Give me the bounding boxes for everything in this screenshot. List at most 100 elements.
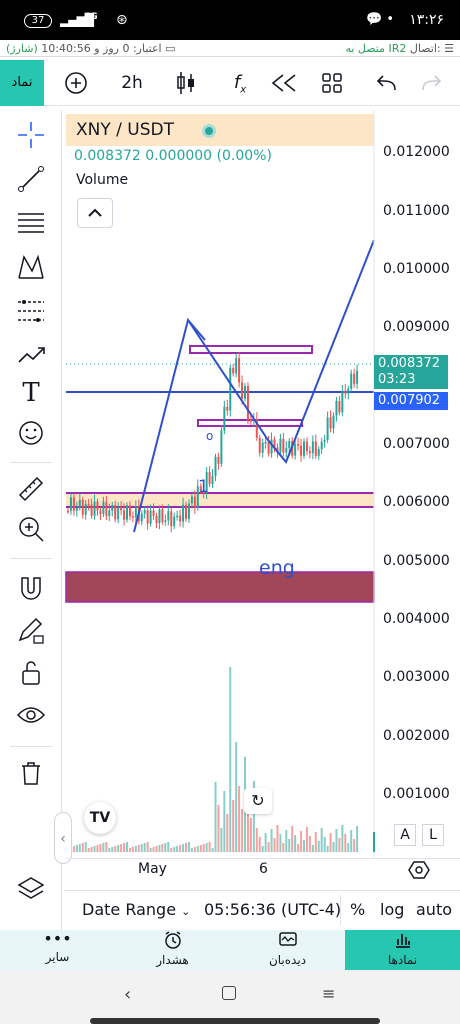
- pattern-tool[interactable]: [14, 252, 48, 286]
- expand-toolbar-handle[interactable]: ‹: [54, 812, 72, 864]
- grid-icon: [322, 73, 342, 93]
- gesture-bar: [90, 1018, 380, 1024]
- zoom-tool[interactable]: [14, 514, 48, 548]
- volume-indicator-label[interactable]: Volume: [76, 172, 128, 188]
- lock-all-tool[interactable]: [14, 658, 48, 692]
- volume-bar: [173, 847, 176, 852]
- volume-bar: [187, 842, 190, 852]
- volume-bar: [81, 843, 84, 852]
- back-icon[interactable]: ‹: [124, 984, 131, 1005]
- annotation-eng[interactable]: eng: [259, 557, 295, 579]
- candle-body: [140, 513, 143, 522]
- percent-scale-button[interactable]: %: [350, 900, 365, 919]
- interval-button[interactable]: 2h: [112, 60, 152, 106]
- symbol-button[interactable]: نماد: [0, 60, 44, 106]
- undo-button[interactable]: [370, 60, 402, 106]
- magnet-tool[interactable]: [14, 574, 48, 608]
- candle-body: [288, 441, 291, 449]
- candle-body: [128, 505, 131, 517]
- symbol-name[interactable]: XNY / USDT: [76, 120, 174, 140]
- pencil-lock-icon: [18, 617, 44, 644]
- settings-button[interactable]: [408, 859, 430, 885]
- reset-chart-button[interactable]: ↻: [244, 788, 272, 814]
- add-symbol-button[interactable]: [60, 60, 92, 106]
- account-info-bar: (شارژ) اعتبار: 0 روز و 10:40:56 ▭ متصل ب…: [0, 40, 460, 57]
- nav-symbols[interactable]: نمادها: [345, 930, 460, 970]
- home-icon[interactable]: [222, 986, 236, 1000]
- emoji-tool[interactable]: [14, 418, 48, 452]
- candle-body: [117, 507, 120, 520]
- collapse-legend-button[interactable]: [77, 198, 113, 228]
- volume-bar: [123, 843, 126, 852]
- candle-body: [249, 419, 252, 422]
- chart-type-button[interactable]: [170, 60, 202, 106]
- recents-icon[interactable]: ≡: [322, 984, 335, 1003]
- toolbar-divider: [10, 558, 52, 559]
- volume-bar: [300, 831, 303, 852]
- card-icon: ▭: [165, 42, 176, 55]
- crosshair-tool[interactable]: [14, 120, 48, 154]
- candle-body: [146, 510, 149, 524]
- indicators-button[interactable]: fx: [224, 60, 256, 106]
- candle-body: [326, 417, 329, 440]
- prediction-tool[interactable]: [14, 296, 48, 330]
- volume-bar: [170, 848, 173, 852]
- nav-watchlist[interactable]: دیده‌بان: [230, 930, 345, 970]
- annotation-circle[interactable]: o: [206, 429, 213, 443]
- candle-body: [244, 386, 246, 399]
- log-scale-button[interactable]: L: [422, 824, 444, 846]
- volume-bar: [276, 825, 279, 852]
- remove-drawings-tool[interactable]: [14, 758, 48, 792]
- chart-toolbar: نماد 2h fx: [0, 60, 460, 106]
- annotation-1[interactable]: 1: [198, 477, 209, 497]
- date-range-button[interactable]: Date Range ⌄: [82, 900, 190, 919]
- zigzag-segment[interactable]: [187, 319, 206, 341]
- nav-more[interactable]: ••• سایر: [0, 930, 115, 970]
- watchlist-icon: [278, 932, 297, 946]
- supply-zone[interactable]: [65, 571, 375, 603]
- volume-bar: [193, 847, 196, 852]
- volume-bar: [117, 845, 120, 852]
- fib-tool[interactable]: [14, 208, 48, 242]
- candle-body: [99, 510, 102, 515]
- volume-bar: [229, 667, 232, 852]
- redo-button[interactable]: [416, 60, 448, 106]
- volume-bar: [214, 782, 217, 852]
- trendline-tool[interactable]: [14, 164, 48, 198]
- zigzag-pattern[interactable]: [133, 239, 375, 533]
- hide-drawings-tool[interactable]: [14, 700, 48, 734]
- tradingview-logo[interactable]: 𝗧𝗩: [84, 802, 116, 834]
- object-tree-tool[interactable]: [14, 874, 48, 908]
- auto-scale-toggle[interactable]: auto: [416, 900, 452, 919]
- time-axis[interactable]: May 6: [66, 858, 460, 882]
- candle-body: [303, 441, 305, 456]
- volume-bar: [152, 847, 155, 852]
- candle-body: [152, 510, 155, 516]
- volume-bar: [297, 844, 300, 852]
- lock-drawing-tool[interactable]: [14, 616, 48, 650]
- candle-body: [308, 451, 311, 454]
- connection-label: اتصال:: [409, 42, 441, 55]
- candle-body: [353, 373, 356, 384]
- layout-button[interactable]: [316, 60, 348, 106]
- candle-body: [217, 456, 220, 464]
- volume-bar: [241, 809, 244, 852]
- text-tool[interactable]: T: [14, 376, 48, 410]
- volume-bar: [282, 843, 285, 852]
- auto-scale-button[interactable]: A: [394, 824, 416, 846]
- brush-tool[interactable]: [14, 340, 48, 374]
- candle-body: [190, 496, 193, 504]
- measure-tool[interactable]: [14, 474, 48, 508]
- candle-body: [187, 503, 190, 519]
- volume-bar: [267, 842, 270, 852]
- candle-body: [149, 510, 152, 524]
- volume-bar: [167, 842, 170, 852]
- chevron-down-icon: ⌄: [181, 905, 191, 918]
- replay-button[interactable]: [266, 60, 302, 106]
- symbol-legend[interactable]: XNY / USDT: [66, 114, 374, 146]
- timezone-clock[interactable]: 05:56:36 (UTC-4): [204, 900, 341, 919]
- log-scale-toggle[interactable]: log: [380, 900, 404, 919]
- volume-bar: [161, 844, 164, 852]
- candle-body: [75, 507, 78, 511]
- nav-alerts[interactable]: هشدار: [115, 930, 230, 970]
